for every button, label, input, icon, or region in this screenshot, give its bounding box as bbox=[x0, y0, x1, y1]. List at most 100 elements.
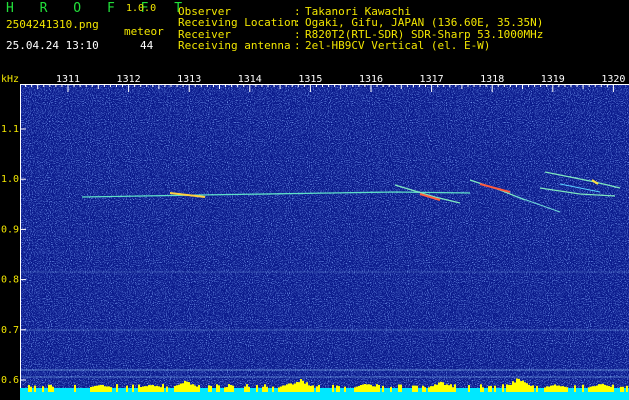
signal-peak bbox=[422, 385, 424, 392]
signal-peak bbox=[102, 384, 104, 392]
signal-peak bbox=[414, 385, 416, 392]
signal-peak bbox=[286, 384, 288, 392]
x-tick-label: 1311 bbox=[56, 74, 80, 85]
signal-peak bbox=[428, 387, 430, 392]
signal-peak bbox=[144, 386, 146, 392]
signal-peak bbox=[190, 384, 192, 392]
signal-peak bbox=[468, 385, 470, 392]
signal-peak bbox=[604, 384, 606, 392]
x-tick-label: 1316 bbox=[359, 74, 383, 85]
signal-peak bbox=[230, 385, 232, 392]
signal-peak bbox=[298, 382, 300, 392]
signal-peak bbox=[494, 385, 496, 392]
signal-peak bbox=[140, 387, 142, 392]
signal-peak bbox=[416, 385, 418, 392]
signal-peak bbox=[156, 385, 158, 392]
signal-peak bbox=[210, 385, 212, 392]
signal-peak bbox=[374, 386, 376, 392]
signal-peak bbox=[548, 386, 550, 392]
signal-peak bbox=[300, 379, 302, 392]
signal-peak bbox=[106, 386, 108, 392]
signal-peak bbox=[610, 386, 612, 392]
signal-peak bbox=[482, 387, 484, 392]
signal-peak bbox=[162, 384, 164, 392]
signal-peak bbox=[160, 387, 162, 392]
signal-peak bbox=[256, 385, 258, 392]
signal-peak bbox=[306, 382, 308, 392]
signal-peak bbox=[178, 384, 180, 392]
signal-peak bbox=[438, 382, 440, 392]
signal-peak bbox=[454, 384, 456, 392]
signal-peak bbox=[436, 384, 438, 392]
app-title: H R O F F T bbox=[6, 1, 192, 16]
signal-peak bbox=[246, 384, 248, 392]
signal-peak bbox=[196, 386, 198, 392]
signal-peak bbox=[430, 386, 432, 392]
y-tick-label: 0.9 bbox=[1, 224, 19, 235]
signal-peak bbox=[116, 384, 118, 392]
signal-peak bbox=[434, 384, 436, 392]
x-tick-label: 1314 bbox=[238, 74, 262, 85]
y-axis-unit: kHz bbox=[1, 74, 19, 85]
signal-peak bbox=[546, 386, 548, 392]
info-key-antenna: Receiving antenna bbox=[178, 39, 291, 52]
signal-peak bbox=[52, 386, 54, 392]
signal-peak bbox=[288, 383, 290, 392]
signal-peak bbox=[304, 383, 306, 392]
signal-peak bbox=[564, 386, 566, 392]
signal-peak bbox=[506, 384, 508, 392]
signal-peak bbox=[518, 378, 520, 392]
signal-peak bbox=[302, 380, 304, 392]
signal-peak bbox=[382, 385, 384, 392]
signal-peak bbox=[34, 385, 36, 392]
signal-peak bbox=[528, 384, 530, 392]
signal-peak bbox=[50, 384, 52, 392]
signal-peak bbox=[532, 385, 534, 392]
signal-peak bbox=[390, 386, 392, 392]
signal-peak bbox=[338, 386, 340, 392]
signal-peak bbox=[28, 384, 30, 392]
signal-peak bbox=[186, 381, 188, 392]
app-version: 1.0.0 bbox=[126, 3, 157, 14]
signal-peak bbox=[566, 387, 568, 392]
signal-peak bbox=[194, 385, 196, 392]
signal-peak bbox=[400, 384, 402, 392]
signal-peak bbox=[556, 385, 558, 392]
signal-peak bbox=[226, 387, 228, 392]
signal-peak bbox=[336, 385, 338, 392]
spectrogram-panel: 1311 1312 1313 1314 1315 1316 1317 1318 1319 1320… bbox=[0, 72, 629, 400]
signal-peak bbox=[606, 385, 608, 392]
signal-peak bbox=[244, 386, 246, 392]
x-tick-label: 1312 bbox=[117, 74, 141, 85]
signal-peak bbox=[364, 384, 366, 392]
meteor-label: meteor bbox=[124, 25, 164, 38]
signal-peak bbox=[98, 385, 100, 392]
signal-peak bbox=[520, 381, 522, 392]
signal-peak bbox=[450, 384, 452, 392]
signal-peak bbox=[290, 383, 292, 392]
info-value-antenna: 2el-HB9CV Vertical (el. E-W) bbox=[305, 39, 491, 52]
signal-peak bbox=[432, 386, 434, 392]
file-datetime: 25.04.24 13:10 bbox=[6, 39, 99, 52]
signal-peak bbox=[332, 384, 334, 392]
signal-peak bbox=[612, 384, 614, 392]
signal-peak bbox=[362, 384, 364, 392]
x-tick-label: 1318 bbox=[480, 74, 504, 85]
signal-peak bbox=[560, 386, 562, 392]
signal-peak bbox=[228, 384, 230, 392]
signal-peak bbox=[524, 382, 526, 392]
signal-peak bbox=[216, 384, 218, 392]
signal-peak bbox=[224, 387, 226, 392]
x-tick-label: 1313 bbox=[177, 74, 201, 85]
signal-peak bbox=[600, 384, 602, 392]
signal-peak bbox=[344, 386, 346, 392]
y-tick-label: 0.7 bbox=[1, 325, 19, 336]
signal-peak bbox=[412, 385, 414, 392]
signal-peak bbox=[526, 383, 528, 392]
signal-peak bbox=[316, 386, 318, 392]
signal-peak bbox=[30, 386, 32, 392]
signal-peak bbox=[176, 385, 178, 392]
signal-peak bbox=[266, 386, 268, 392]
signal-peak bbox=[278, 387, 280, 392]
file-name: 2504241310.png bbox=[6, 18, 99, 31]
